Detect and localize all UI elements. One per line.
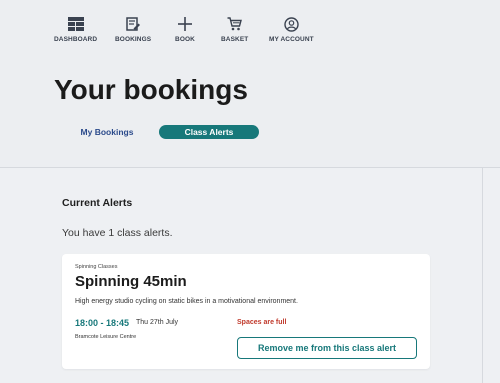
class-venue: Bramcote Leisure Centre (75, 334, 137, 340)
tab-class-alerts[interactable]: Class Alerts (159, 125, 259, 139)
nav-label-my-account: MY ACCOUNT (269, 36, 314, 43)
class-category: Spinning Classes (75, 264, 118, 270)
nav-item-bookings[interactable]: BOOKINGS (115, 15, 151, 43)
remove-alert-button[interactable]: Remove me from this class alert (237, 337, 417, 359)
tab-my-bookings[interactable]: My Bookings (68, 125, 146, 139)
current-alerts-heading: Current Alerts (62, 197, 133, 209)
nav-label-book: BOOK (175, 36, 195, 43)
class-title: Spinning 45min (75, 273, 187, 290)
account-icon (280, 15, 302, 33)
nav-label-bookings: BOOKINGS (115, 36, 152, 43)
side-divider (482, 168, 483, 383)
nav-item-dashboard[interactable]: DASHBOARD (54, 15, 97, 43)
dashboard-icon (65, 15, 87, 33)
header-divider (0, 167, 500, 168)
class-time: 18:00 - 18:45 (75, 318, 130, 328)
nav-label-dashboard: DASHBOARD (54, 36, 98, 43)
nav-item-book[interactable]: BOOK (174, 15, 196, 43)
nav-item-basket[interactable]: BASKET (221, 15, 248, 43)
alerts-count-text: You have 1 class alerts. (62, 227, 173, 239)
plus-icon (174, 15, 196, 33)
page-title: Your bookings (54, 74, 248, 105)
availability-status: Spaces are full (237, 319, 287, 326)
basket-icon (224, 15, 246, 33)
class-date: Thu 27th July (136, 319, 179, 326)
bookings-icon (122, 15, 144, 33)
class-alert-card: Spinning Classes Spinning 45min High ene… (62, 254, 430, 369)
main-nav: DASHBOARD BOOKINGS BOOK BASKET MY ACCOUN… (0, 15, 500, 55)
nav-item-my-account[interactable]: MY ACCOUNT (269, 15, 314, 43)
nav-label-basket: BASKET (221, 36, 249, 43)
class-description: High energy studio cycling on static bik… (75, 298, 298, 305)
